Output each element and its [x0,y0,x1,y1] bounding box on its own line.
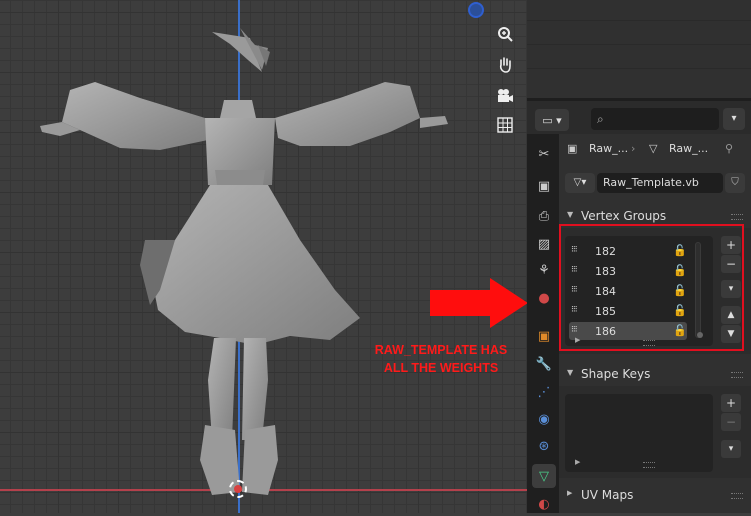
material-tab-icon[interactable]: ◐ [532,492,556,516]
shape-key-specials-button[interactable]: ▾ [721,440,741,458]
3d-cursor-icon [229,480,247,498]
mesh-browse-dropdown[interactable]: ▽▾ [565,173,595,193]
constraints-tab-icon[interactable]: ⊛ [532,434,556,458]
highlight-box [559,224,744,351]
hand-icon[interactable] [492,52,518,78]
tool-tab-icon[interactable]: ✂ [532,142,556,166]
particles-tab-icon[interactable]: ⋰ [532,380,556,404]
output-tab-icon[interactable]: ⎙ [532,204,556,228]
world-tab-icon[interactable]: ● [532,286,556,310]
pin-icon[interactable]: ⚲ [725,142,733,155]
shape-keys-header[interactable]: ▼ Shape Keys [559,362,751,386]
panel-grip-icon[interactable] [731,214,743,220]
expand-triangle-icon: ▼ [567,368,574,377]
chevron-right-icon: › [631,142,636,155]
options-dropdown[interactable]: ▾ [723,108,745,130]
navigation-gizmo-z[interactable] [468,2,484,18]
list-resize-grip[interactable] [643,462,655,468]
shape-keys-panel: ▶ + − ▾ [559,386,751,478]
expand-triangle-icon: ▼ [567,210,574,219]
collapse-triangle-icon: ▶ [567,489,573,497]
zoom-icon[interactable] [492,21,518,47]
object-icon: ▣ [567,142,578,155]
panel-grip-icon[interactable] [731,493,743,499]
search-input[interactable]: ⌕ [591,108,719,130]
mesh-icon: ▽ [649,142,658,155]
wrench-icon[interactable]: 🔧 [532,352,556,376]
annotation-text: RAW_TEMPLATE HAS ALL THE WEIGHTS [374,343,508,375]
physics-tab-icon[interactable]: ◉ [532,407,556,431]
remove-shape-key-button[interactable]: − [721,413,741,431]
mesh-name-field[interactable]: Raw_Template.vb [597,173,723,193]
red-arrow-annotation [430,278,527,328]
grid-icon[interactable] [492,112,518,138]
properties-header: ▭ ▾ ⌕ ▾ [527,98,751,134]
properties-tabs: ✂ ▣ ⎙ ▨ ⚘ ● ▣ 🔧 ⋰ ◉ ⊛ ▽ ◐ [527,134,559,513]
shape-key-list[interactable]: ▶ [565,394,713,472]
scene-tab-icon[interactable]: ⚘ [532,258,556,282]
top-panel-area [527,0,751,98]
filter-triangle-icon[interactable]: ▶ [575,458,580,466]
view-layer-tab-icon[interactable]: ▨ [532,232,556,256]
render-tab-icon[interactable]: ▣ [532,174,556,198]
3d-viewport[interactable]: RAW_TEMPLATE HAS ALL THE WEIGHTS [0,0,527,513]
camera-icon[interactable] [492,83,518,109]
context-breadcrumb: ▣ Raw_... › ▽ Raw_... ⚲ [559,134,751,164]
character-model[interactable] [0,0,527,513]
object-tab-icon[interactable]: ▣ [532,324,556,348]
context-object-name[interactable]: Raw_... [589,142,628,155]
uv-maps-header[interactable]: ▶ UV Maps [559,483,751,507]
mesh-data-icon[interactable]: ▽ [532,464,556,488]
panel-grip-icon[interactable] [731,372,743,378]
context-mesh-name[interactable]: Raw_... [669,142,708,155]
fake-user-shield-icon[interactable]: ⛉ [725,173,745,193]
mesh-datablock-row: ▽▾ Raw_Template.vb ⛉ [565,172,745,194]
editor-type-dropdown[interactable]: ▭ ▾ [535,109,569,131]
add-shape-key-button[interactable]: + [721,394,741,412]
